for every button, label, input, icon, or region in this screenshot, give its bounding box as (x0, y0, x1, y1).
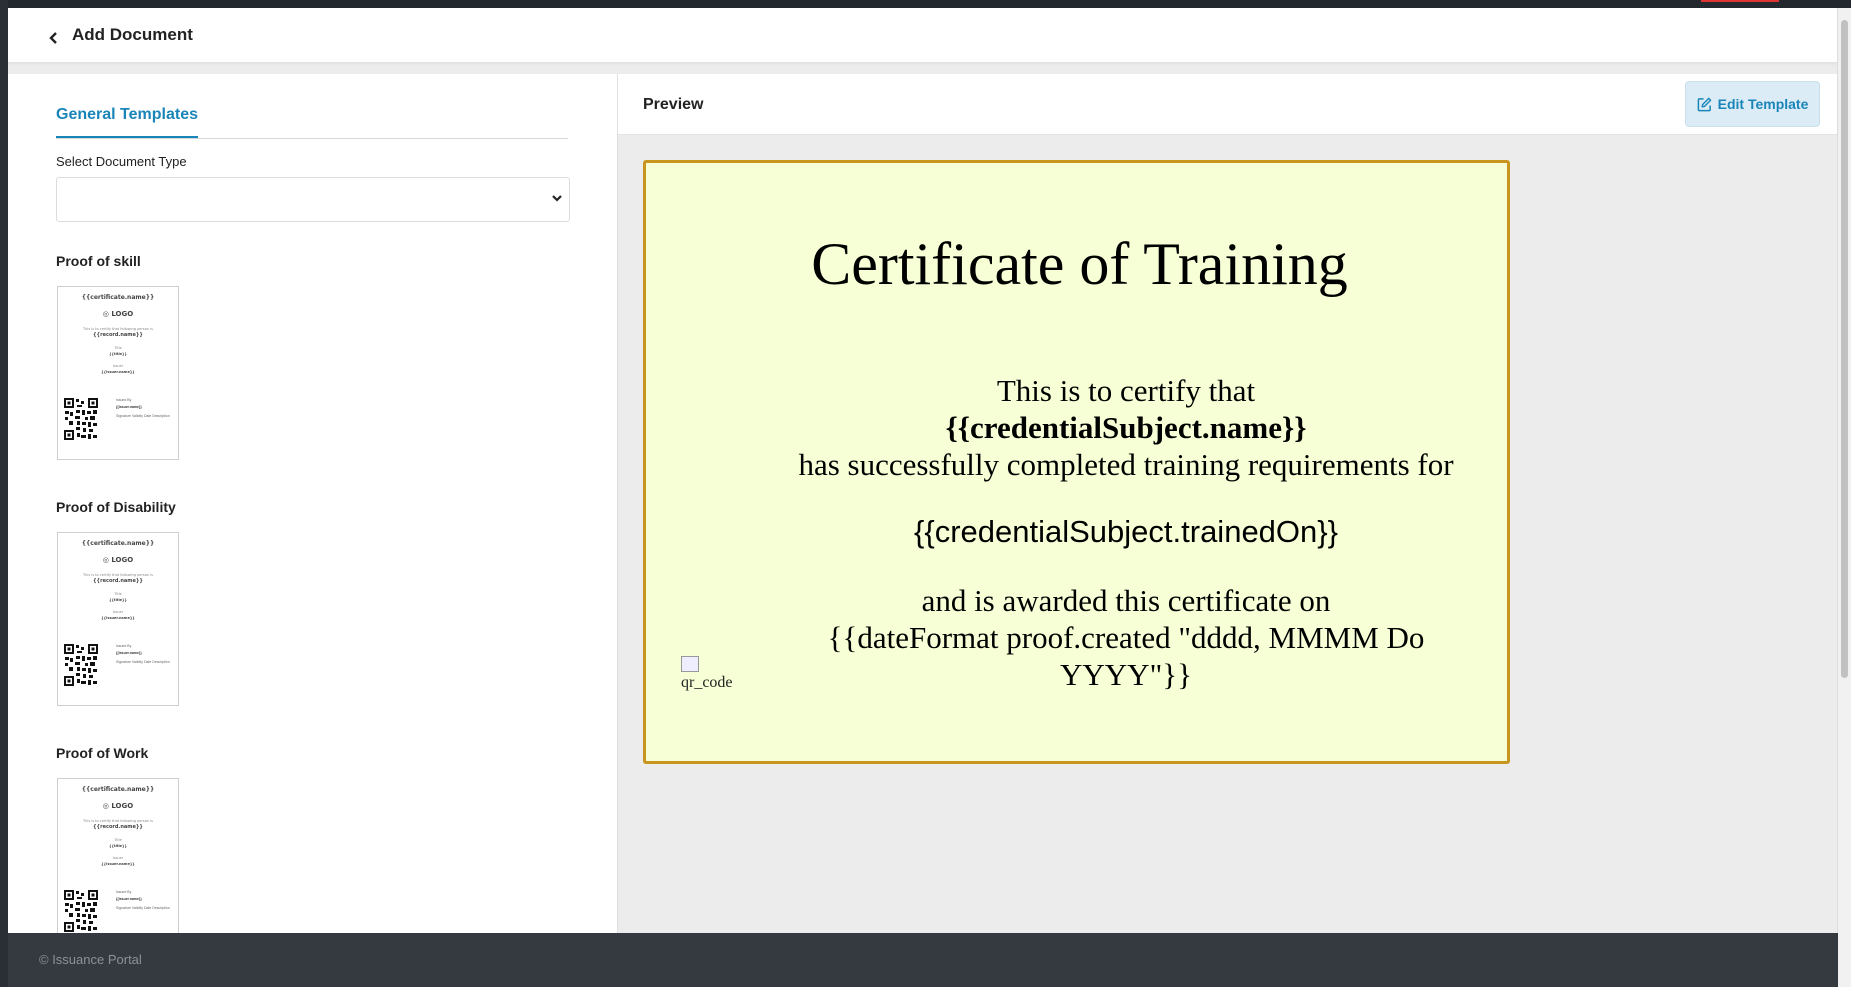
preview-panel: Preview Edit Template Certificate of Tra… (618, 74, 1838, 933)
thumb-title: {{certificate.name}} (81, 786, 155, 793)
certificate-preview: Certificate of Training This is to certi… (643, 160, 1510, 764)
scrollbar-thumb[interactable] (1841, 20, 1848, 678)
edit-icon (1697, 97, 1711, 111)
qr-code-icon (63, 397, 99, 441)
thumb-side-label: Issued By (116, 644, 132, 648)
thumb-field1-label: Title (114, 592, 122, 596)
thumb-side-signature: Signature Validity Date Description (116, 660, 170, 664)
thumb-field2-label: Issuer (112, 856, 124, 860)
qr-code-alt: qr_code (681, 674, 733, 691)
browser-left-strip (0, 0, 8, 987)
thumb-side-value: {{issuer.name}} (116, 651, 142, 655)
document-type-label: Select Document Type (56, 154, 187, 169)
thumb-title: {{certificate.name}} (81, 540, 155, 547)
browser-top-strip (0, 0, 1851, 8)
thumb-side-value: {{issuer.name}} (116, 897, 142, 901)
preview-header: Preview Edit Template (618, 74, 1838, 135)
certificate-trained-on: {{credentialSubject.trainedOn}} (914, 514, 1338, 549)
back-button[interactable] (44, 28, 64, 48)
certificate-line-3: has successfully completed training requ… (798, 447, 1454, 482)
tab-general-templates[interactable]: General Templates (56, 106, 198, 138)
thumb-side-label: Issued By (116, 398, 132, 402)
thumb-field1-label: Title (114, 838, 122, 842)
thumb-logo: ◎ LOGO (102, 310, 134, 318)
page-footer: © Issuance Portal (8, 933, 1838, 987)
thumb-logo: ◎ LOGO (102, 802, 134, 810)
page-header: Add Document (8, 8, 1838, 63)
certificate-line-5: and is awarded this certificate on (921, 583, 1331, 618)
thumb-side-signature: Signature Validity Date Description (116, 906, 170, 910)
document-type-select[interactable] (56, 177, 570, 222)
thumb-record: {{record.name}} (93, 824, 143, 830)
thumb-field2-value: {{issuer.name}} (101, 370, 135, 374)
edit-template-button[interactable]: Edit Template (1685, 81, 1820, 127)
certificate-heading: Certificate of Training (811, 231, 1348, 297)
qr-code-image: qr_code (681, 656, 741, 692)
edit-template-label: Edit Template (1717, 96, 1809, 112)
thumb-record: {{record.name}} (93, 332, 143, 338)
thumb-title: {{certificate.name}} (81, 294, 155, 301)
thumb-field2-value: {{issuer.name}} (101, 616, 135, 620)
thumb-field1-value: {{title}} (108, 352, 128, 356)
template-thumbnail-proof-of-skill[interactable]: {{certificate.name}} ◎ LOGO This is to c… (57, 286, 179, 460)
thumb-intro: This is to certify that following person… (83, 819, 153, 823)
footer-copyright: © Issuance Portal (39, 952, 142, 967)
thumb-field2-label: Issuer (112, 610, 124, 614)
thumb-field1-value: {{title}} (108, 598, 128, 602)
template-label-proof-of-disability: Proof of Disability (56, 499, 176, 515)
tab-bar: General Templates (56, 106, 568, 139)
thumb-record: {{record.name}} (93, 578, 143, 584)
certificate-subject-name: {{credentialSubject.name}} (945, 410, 1307, 445)
qr-code-icon (63, 643, 99, 687)
app-frame: Add Document General Templates Select Do… (8, 8, 1838, 933)
template-label-proof-of-work: Proof of Work (56, 745, 149, 761)
qr-code-icon (63, 889, 99, 933)
broken-image-icon (681, 656, 699, 672)
page-title: Add Document (72, 25, 193, 44)
thumb-side-signature: Signature Validity Date Description (116, 414, 170, 418)
thumb-intro: This is to certify that following person… (83, 573, 153, 577)
certificate-date: {{dateFormat proof.created "dddd, MMMM D… (827, 620, 1425, 692)
thumb-logo: ◎ LOGO (102, 556, 134, 564)
template-label-proof-of-skill: Proof of skill (56, 253, 141, 269)
chevron-left-icon (49, 32, 57, 44)
certificate-line-1: This is to certify that (996, 373, 1256, 408)
thumb-side-value: {{issuer.name}} (116, 405, 142, 409)
thumb-field1-label: Title (114, 346, 122, 350)
thumb-field2-label: Issuer (112, 364, 124, 368)
template-panel: General Templates Select Document Type P… (8, 74, 618, 933)
preview-title: Preview (643, 96, 704, 113)
template-thumbnail-proof-of-disability[interactable]: {{certificate.name}} ◎ LOGO This is to c… (57, 532, 179, 706)
thumb-side-label: Issued By (116, 890, 132, 894)
chevron-down-icon (552, 195, 562, 202)
page-scrollbar[interactable] (1837, 8, 1851, 987)
template-thumbnail-proof-of-work[interactable]: {{certificate.name}} ◎ LOGO This is to c… (57, 778, 179, 933)
top-accent-bar (1701, 0, 1779, 2)
thumb-field2-value: {{issuer.name}} (101, 862, 135, 866)
thumb-intro: This is to certify that following person… (83, 327, 153, 331)
thumb-field1-value: {{title}} (108, 844, 128, 848)
